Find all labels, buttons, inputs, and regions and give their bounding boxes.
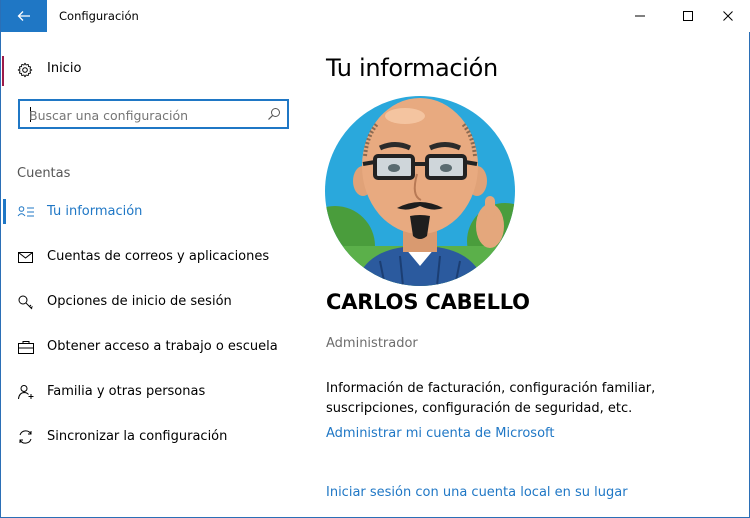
sidebar-item-home-label: Inicio	[47, 61, 82, 76]
sidebar-item-label: Tu información	[47, 204, 143, 219]
briefcase-icon	[18, 341, 34, 354]
sidebar-item-label: Sincronizar la configuración	[47, 429, 228, 444]
sidebar-item-work-school[interactable]: Obtener acceso a trabajo o escuela	[2, 329, 302, 365]
user-name: CARLOS CABELLO	[326, 290, 530, 314]
key-icon	[18, 295, 33, 310]
main-content: Tu información CARLOS CABELLO Administra…	[303, 32, 749, 517]
active-indicator	[3, 199, 6, 224]
sidebar-item-sign-in-options[interactable]: Opciones de inicio de sesión	[2, 284, 302, 320]
sidebar-item-sync[interactable]: Sincronizar la configuración	[2, 419, 302, 455]
mail-icon	[18, 252, 33, 263]
arrow-left-icon	[17, 11, 30, 21]
search-icon[interactable]	[267, 107, 281, 121]
avatar	[325, 96, 515, 286]
account-info-description: Información de facturación, configuració…	[326, 381, 656, 416]
sync-icon	[19, 430, 32, 444]
window-title: Configuración	[59, 9, 139, 23]
search-input[interactable]	[29, 106, 259, 124]
sidebar-item-label: Cuentas de correos y aplicaciones	[47, 249, 270, 264]
sidebar-item-label: Opciones de inicio de sesión	[47, 294, 232, 309]
gear-icon	[17, 62, 33, 78]
manage-microsoft-account-link[interactable]: Administrar mi cuenta de Microsoft	[326, 426, 554, 441]
minimize-icon	[635, 15, 645, 17]
local-account-sign-in-link[interactable]: Iniciar sesión con una cuenta local en s…	[326, 485, 628, 500]
sidebar-item-family[interactable]: Familia y otras personas	[2, 374, 302, 410]
user-role: Administrador	[326, 336, 418, 351]
sidebar-item-home[interactable]: Inicio	[2, 54, 302, 86]
maximize-icon	[683, 11, 693, 21]
close-button[interactable]	[705, 0, 750, 32]
sidebar-item-label: Familia y otras personas	[47, 384, 206, 399]
sidebar-item-label: Obtener acceso a trabajo o escuela	[47, 339, 278, 354]
sidebar: Inicio Cuentas Tu información	[2, 32, 302, 517]
settings-window: Configuración Inicio Buscar una configur…	[0, 0, 750, 518]
search-box[interactable]	[18, 99, 289, 129]
avatar-image	[325, 96, 515, 286]
back-button[interactable]	[1, 0, 47, 32]
title-bar: Configuración	[1, 0, 750, 32]
sidebar-item-your-info[interactable]: Tu información	[2, 194, 302, 230]
user-info-icon	[17, 206, 34, 217]
page-title: Tu información	[326, 54, 498, 82]
minimize-button[interactable]	[617, 0, 663, 32]
section-title-accounts: Cuentas	[17, 166, 71, 181]
person-add-icon	[18, 385, 34, 400]
sidebar-item-email-accounts[interactable]: Cuentas de correos y aplicaciones	[2, 239, 302, 275]
close-icon	[723, 11, 733, 21]
